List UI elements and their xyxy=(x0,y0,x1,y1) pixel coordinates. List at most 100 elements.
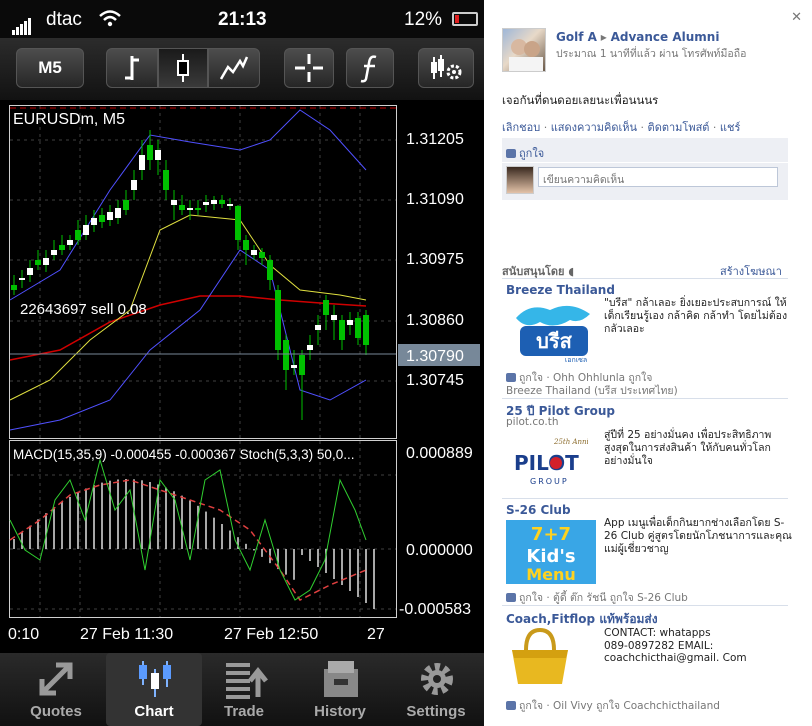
ad-like-line: ถูกใจ · Oil Vivy ถูกใจ Coachchicthailand xyxy=(506,697,720,714)
candle-body xyxy=(155,150,161,160)
candle-body xyxy=(251,250,257,255)
candle-body xyxy=(227,204,233,206)
candle-body xyxy=(323,300,329,315)
ad-text: "บรีส" กล้าเลอะ ยิ่งเยอะประสบการณ์ ให้เด… xyxy=(604,297,788,335)
thumbs-up-icon xyxy=(506,373,516,382)
candle-body xyxy=(315,325,321,330)
divider xyxy=(502,398,788,399)
candle-body xyxy=(139,155,145,170)
candle-body xyxy=(307,345,313,350)
order-label: 22643697 sell 0.08 xyxy=(20,301,147,318)
candle-body xyxy=(355,318,361,338)
close-icon[interactable]: ✕ xyxy=(791,10,802,25)
price-chart-area[interactable]: EURUSDm, M5 22643697 sell 0.08 1.31205 1… xyxy=(0,100,484,653)
wifi-icon xyxy=(98,8,122,34)
candle-body xyxy=(67,240,73,245)
divider xyxy=(502,278,788,279)
candle-body xyxy=(291,365,297,368)
tab-chart[interactable]: Chart xyxy=(106,653,202,726)
candle-body xyxy=(59,245,65,250)
bar-chart-mode-button[interactable] xyxy=(106,48,158,88)
candle-body xyxy=(115,208,121,218)
chart-candles-icon xyxy=(139,661,171,697)
candle-body xyxy=(267,260,273,280)
divider xyxy=(502,162,788,163)
pilot-logo[interactable]: 25th Anniversary PILOT GROUP xyxy=(508,432,616,490)
divider xyxy=(502,498,788,499)
pilot-logo-anniversary: 25th Anniversary xyxy=(553,438,588,446)
indicator-line xyxy=(9,249,367,431)
candle-body xyxy=(51,250,57,255)
chart-indicator-lines xyxy=(9,109,367,431)
indicator-label: MACD(15,35,9) -0.000455 -0.000367 Stoch(… xyxy=(13,447,354,462)
handbag-image[interactable] xyxy=(506,626,574,686)
stochastic-line xyxy=(9,458,367,601)
candle-body xyxy=(75,230,81,240)
ad-text: สู่ปีที่ 25 อย่างมั่นคง เพื่อประสิทธิภาพ… xyxy=(604,429,772,467)
timeframe-button[interactable]: M5 xyxy=(16,48,84,88)
candle-body xyxy=(99,215,105,222)
indicator-tick: -0.000583 xyxy=(399,601,471,618)
facebook-panel: ✕ Golf A ▸ Advance Alumni ประมาณ 1 นาทีท… xyxy=(484,0,812,726)
time-tick: 27 Feb 12:50 xyxy=(224,626,318,643)
candle-body xyxy=(187,208,193,210)
indicator-tick: 0.000889 xyxy=(406,445,473,462)
unlike-link[interactable]: เลิกชอบ xyxy=(502,121,540,134)
ad-title[interactable]: Breeze Thailand xyxy=(506,283,615,297)
candle-body xyxy=(147,145,153,160)
share-link[interactable]: แชร์ xyxy=(720,121,740,134)
crosshair-button[interactable] xyxy=(284,48,334,88)
comment-input[interactable]: เขียนความคิดเห็น xyxy=(538,167,778,187)
candle-body xyxy=(363,315,369,345)
price-tick: 1.31090 xyxy=(406,191,464,208)
tab-history[interactable]: History xyxy=(292,653,388,726)
breeze-logo-subtext: เอกเซล xyxy=(565,356,587,364)
candle-body xyxy=(11,285,17,290)
ad-title[interactable]: S-26 Club xyxy=(506,503,571,517)
carrier-name: dtac xyxy=(46,9,82,30)
tab-quotes[interactable]: Quotes xyxy=(8,653,104,726)
tab-trade[interactable]: Trade xyxy=(196,653,292,726)
chart-toolbar: M5 xyxy=(0,38,484,100)
post-group[interactable]: Advance Alumni xyxy=(611,30,720,44)
ad-contact-text: CONTACT: whatapps 089-0897282 EMAIL: coa… xyxy=(604,627,747,664)
follow-post-link[interactable]: ติดตามโพสต์ xyxy=(648,121,710,134)
divider xyxy=(502,605,788,606)
candle-body xyxy=(339,320,345,340)
candle-body xyxy=(163,170,169,190)
chart-canvas[interactable]: EURUSDm, M5 22643697 sell 0.08 1.31205 1… xyxy=(0,100,484,653)
battery-percent: 12% xyxy=(404,9,443,30)
indicator-function-icon xyxy=(360,55,377,83)
post-meta: ประมาณ 1 นาทีที่แล้ว ผ่าน โทรศัพท์มือถือ xyxy=(556,48,747,60)
breeze-logo[interactable]: บรีส เอกเซล xyxy=(510,300,598,366)
kids-menu-logo[interactable]: 7+7 Kid's Menu xyxy=(506,520,596,584)
candle-body xyxy=(235,206,241,240)
line-bar-chart-icon xyxy=(125,56,139,80)
crosshair-icon xyxy=(295,54,323,82)
indicators-button[interactable] xyxy=(346,48,394,88)
kids-menu-logo-number: 7+7 xyxy=(531,524,571,545)
ad-text: App เมนูเพื่อเด็กกินยากช่างเลือกโดย S-26… xyxy=(604,517,792,555)
tab-settings[interactable]: Settings xyxy=(388,653,484,726)
thumbs-up-icon xyxy=(506,593,516,602)
candle-body xyxy=(107,212,113,220)
clock: 21:13 xyxy=(218,9,267,30)
candle-body xyxy=(259,252,265,258)
post-author-avatar[interactable] xyxy=(502,28,546,72)
comment-link[interactable]: แสดงความคิดเห็น xyxy=(551,121,637,134)
line-chart-mode-button[interactable] xyxy=(208,48,260,88)
candle-body xyxy=(83,225,89,235)
macd-signal-line xyxy=(9,479,367,601)
pilot-logo-subtext: GROUP xyxy=(530,477,569,486)
candlestick-icon xyxy=(177,54,189,82)
candle-chart-mode-button[interactable] xyxy=(158,48,208,88)
time-tick: 27 xyxy=(367,626,385,643)
settings-gear-icon xyxy=(421,663,453,695)
objects-settings-button[interactable] xyxy=(418,48,474,88)
ad-site: pilot.co.th xyxy=(506,416,559,428)
candle-body xyxy=(283,340,289,370)
post-author[interactable]: Golf A xyxy=(556,30,597,44)
candle-body xyxy=(43,258,49,265)
ad-like-line: Breeze Thailand (บรีส ประเทศไทย) xyxy=(506,385,678,397)
candle-body xyxy=(219,200,225,204)
